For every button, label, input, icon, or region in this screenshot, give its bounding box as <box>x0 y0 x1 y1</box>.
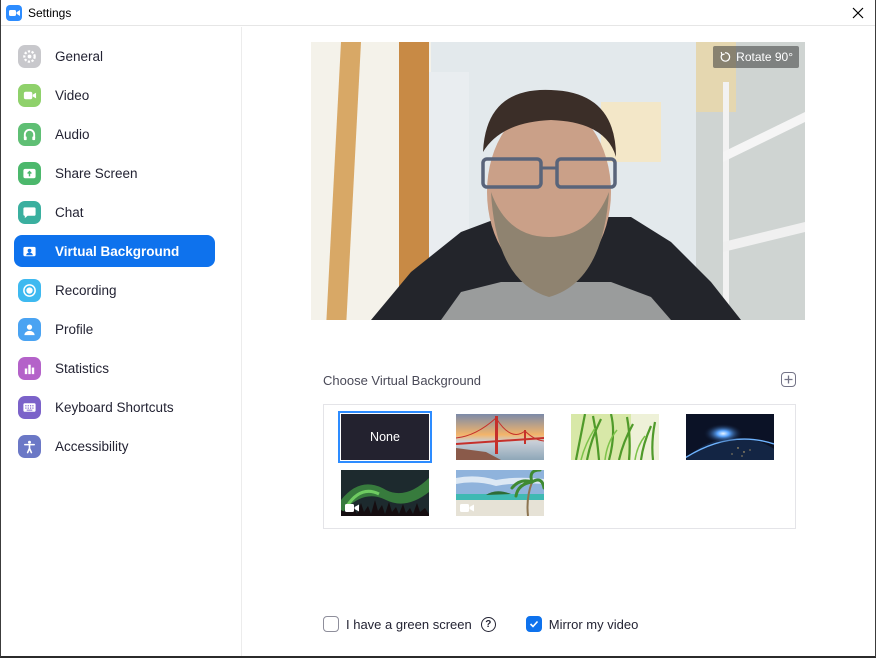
sidebar-item-audio[interactable]: Audio <box>14 118 215 150</box>
rotate-90-button[interactable]: Rotate 90° <box>713 46 799 68</box>
chat-bubble-icon <box>18 200 41 224</box>
sidebar-item-label: Share Screen <box>55 165 138 181</box>
sidebar-item-virtual-background[interactable]: Virtual Background <box>14 235 215 267</box>
plus-icon <box>784 375 793 384</box>
mirror-video-label: Mirror my video <box>548 616 639 632</box>
sidebar-item-label: Chat <box>55 204 84 220</box>
green-screen-label: I have a green screen <box>346 616 472 632</box>
sidebar-item-general[interactable]: General <box>14 40 215 72</box>
thumb-label: None <box>370 430 400 444</box>
accessibility-icon <box>18 434 41 458</box>
video-camera-icon <box>18 83 41 107</box>
background-options: I have a green screen ? Mirror my video <box>323 616 638 632</box>
sidebar-item-video[interactable]: Video <box>14 79 215 111</box>
green-screen-checkbox[interactable] <box>323 616 339 632</box>
sidebar-item-label: Video <box>55 87 90 103</box>
sidebar-item-label: Statistics <box>55 360 110 376</box>
camera-feed-image <box>311 42 805 320</box>
gear-icon <box>18 44 41 68</box>
sidebar-item-recording[interactable]: Recording <box>14 274 215 306</box>
bar-chart-icon <box>18 356 41 380</box>
sidebar-item-label: Accessibility <box>55 438 129 454</box>
sidebar-item-label: Recording <box>55 282 117 298</box>
sidebar-item-share-screen[interactable]: Share Screen <box>14 157 215 189</box>
choose-background-label: Choose Virtual Background <box>323 373 482 388</box>
settings-sidebar: General Video Audio Share Screen Chat Vi… <box>2 27 242 656</box>
grass-image <box>571 414 659 460</box>
video-badge-icon <box>345 504 359 512</box>
share-screen-icon <box>18 161 41 185</box>
headphones-icon <box>18 122 41 146</box>
background-thumb-none[interactable]: None <box>338 411 432 463</box>
background-thumb-beach[interactable] <box>456 470 544 516</box>
window-title: Settings <box>28 5 72 20</box>
zoom-app-icon <box>6 4 22 21</box>
sidebar-item-chat[interactable]: Chat <box>14 196 215 228</box>
close-button[interactable] <box>847 3 869 23</box>
sidebar-item-accessibility[interactable]: Accessibility <box>14 430 215 462</box>
background-thumb-earth[interactable] <box>686 414 774 460</box>
person-icon <box>18 317 41 341</box>
earth-space-image <box>686 414 774 460</box>
sidebar-item-label: Virtual Background <box>55 243 180 259</box>
background-gallery: None <box>323 404 796 529</box>
video-badge-icon <box>460 504 474 512</box>
rotate-label: Rotate 90° <box>736 50 793 64</box>
sidebar-item-label: General <box>55 48 104 64</box>
sidebar-item-profile[interactable]: Profile <box>14 313 215 345</box>
help-icon[interactable]: ? <box>480 616 496 632</box>
keyboard-icon <box>18 395 41 419</box>
camera-preview: Rotate 90° <box>311 42 805 320</box>
background-thumb-northern-lights[interactable] <box>341 470 429 516</box>
sidebar-item-statistics[interactable]: Statistics <box>14 352 215 384</box>
sidebar-item-label: Audio <box>55 126 90 142</box>
record-icon <box>18 278 41 302</box>
background-thumb-golden-gate[interactable] <box>456 414 544 460</box>
rotate-icon <box>720 51 731 62</box>
settings-window: Settings General Video Audio Share Scree… <box>0 0 876 658</box>
add-background-button[interactable] <box>781 372 796 387</box>
golden-gate-image <box>456 414 544 460</box>
sidebar-item-keyboard-shortcuts[interactable]: Keyboard Shortcuts <box>14 391 215 423</box>
mirror-video-checkbox[interactable] <box>525 616 542 632</box>
sidebar-item-label: Keyboard Shortcuts <box>55 399 174 415</box>
checkmark-icon <box>529 620 538 628</box>
virtual-background-panel: Rotate 90° Choose Virtual Background Non… <box>243 27 876 656</box>
background-thumb-grass[interactable] <box>571 414 659 460</box>
title-bar: Settings <box>1 0 875 26</box>
close-icon <box>852 7 864 19</box>
sidebar-item-label: Profile <box>55 321 94 337</box>
person-card-icon <box>18 240 41 263</box>
